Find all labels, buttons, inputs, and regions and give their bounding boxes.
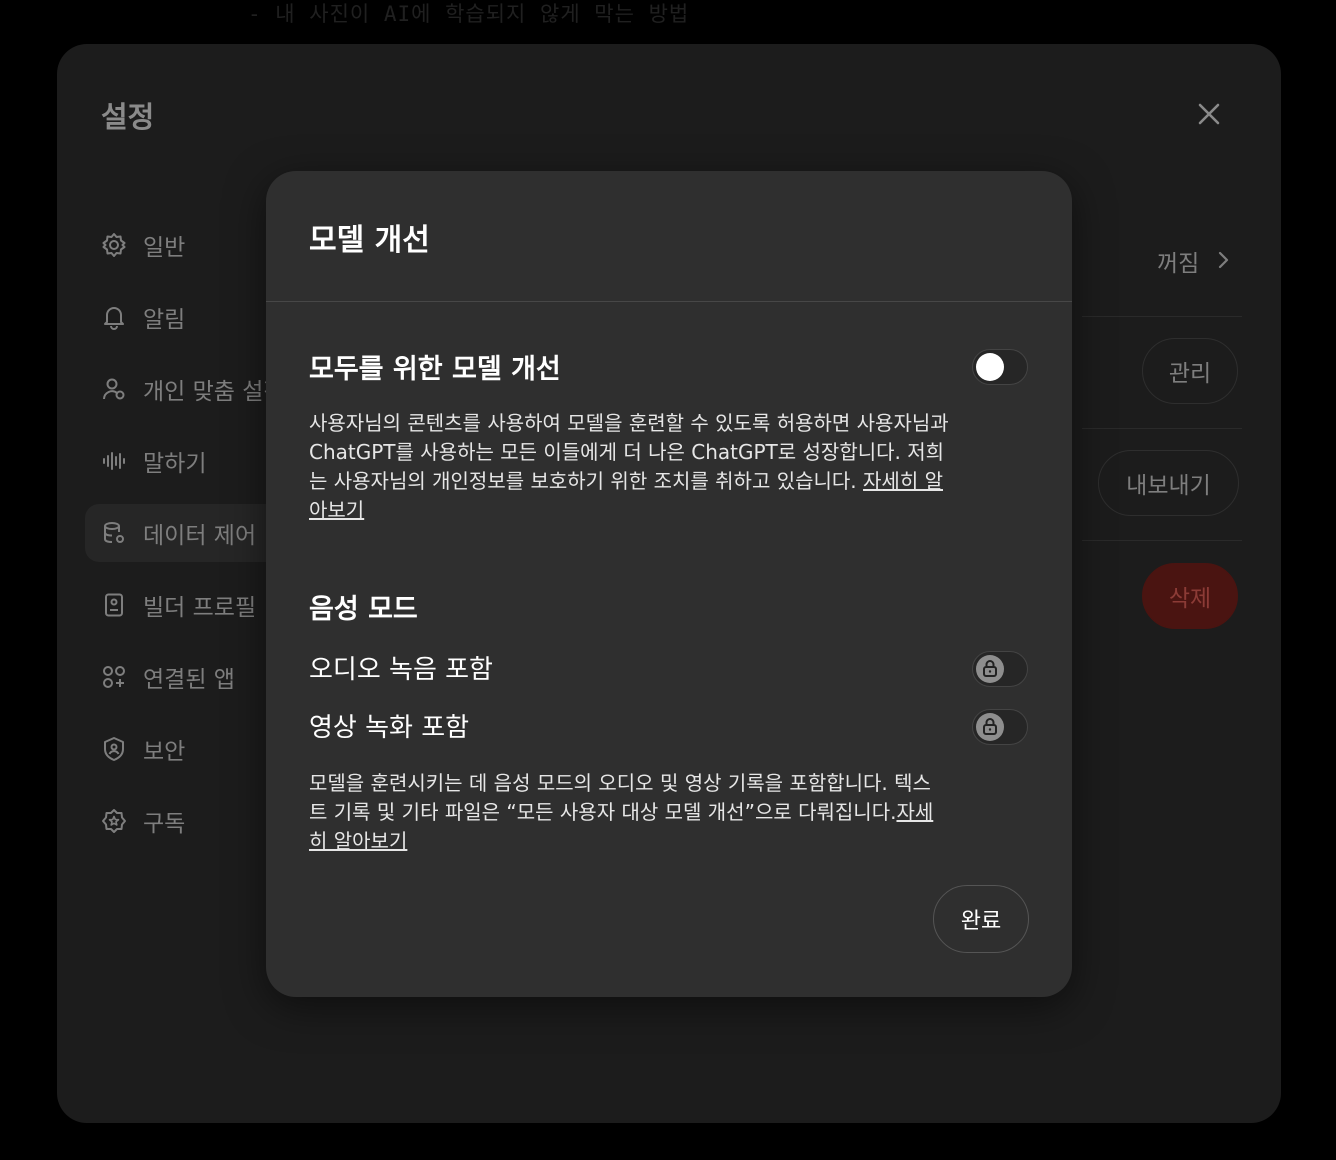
include-video-label: 영상 녹화 포함 [309,713,470,743]
background-page-text: - 내 사진이 AI에 학습되지 않게 막는 방법 [248,2,690,26]
model-improvement-status[interactable]: 꺼짐 [1157,244,1199,278]
description-text: 사용자님의 콘텐츠를 사용하여 모델을 훈련할 수 있도록 허용하면 사용자님과… [309,411,949,493]
include-video-toggle[interactable] [972,709,1028,745]
improve-for-everyone-description: 사용자님의 콘텐츠를 사용하여 모델을 훈련할 수 있도록 허용하면 사용자님과… [309,409,949,525]
include-audio-label: 오디오 녹음 포함 [309,655,493,685]
close-icon[interactable] [1195,100,1223,128]
screen: - 내 사진이 AI에 학습되지 않게 막는 방법 설정 일반 알림 개인 맞춤… [0,0,1336,1160]
waveform-icon [103,452,125,470]
bell-icon [104,307,124,330]
modal-title: 모델 개선 [309,223,430,258]
sidebar-item-label: 알림 [143,307,186,333]
sidebar-item-label: 연결된 앱 [143,667,235,693]
sidebar-item-label: 말하기 [143,451,207,477]
shield-icon [104,737,124,761]
done-button[interactable]: 완료 [933,885,1029,953]
sidebar-item-label: 구독 [143,811,186,837]
voice-mode-heading: 음성 모드 [309,594,418,625]
delete-button[interactable]: 삭제 [1142,563,1238,629]
badge-icon [102,809,126,833]
sidebar-item-label: 빌더 프로필 [143,595,257,621]
description-text: 모델을 훈련시키는 데 음성 모드의 오디오 및 영상 기록을 포함합니다. 텍… [309,771,931,824]
chevron-right-icon[interactable] [1215,249,1231,271]
modal-divider [266,301,1072,302]
sidebar-item-label: 보안 [143,739,186,765]
id-card-icon [105,593,123,617]
voice-mode-description: 모델을 훈련시키는 데 음성 모드의 오디오 및 영상 기록을 포함합니다. 텍… [309,769,949,856]
gear-icon [102,233,126,257]
manage-button[interactable]: 관리 [1142,338,1238,404]
database-icon [104,522,124,543]
settings-title: 설정 [101,100,155,134]
row-divider [1082,428,1242,429]
model-improvement-modal: 모델 개선 모두를 위한 모델 개선 사용자님의 콘텐츠를 사용하여 모델을 훈… [266,171,1072,997]
row-divider [1082,316,1242,317]
sidebar-item-label: 개인 맞춤 설정 [143,379,285,405]
sidebar-item-label: 일반 [143,235,186,261]
improve-for-everyone-label: 모두를 위한 모델 개선 [309,354,561,385]
toggle-knob [976,655,1004,683]
sidebar-item-label: 데이터 제어 [143,523,257,549]
toggle-knob [976,353,1004,381]
export-button[interactable]: 내보내기 [1098,450,1239,516]
person-icon [103,378,125,400]
toggle-knob [976,713,1004,741]
lock-icon [983,660,997,677]
include-audio-toggle[interactable] [972,651,1028,687]
lock-icon [983,718,997,735]
apps-icon [103,666,125,688]
improve-for-everyone-toggle[interactable] [972,349,1028,385]
row-divider [1082,540,1242,541]
